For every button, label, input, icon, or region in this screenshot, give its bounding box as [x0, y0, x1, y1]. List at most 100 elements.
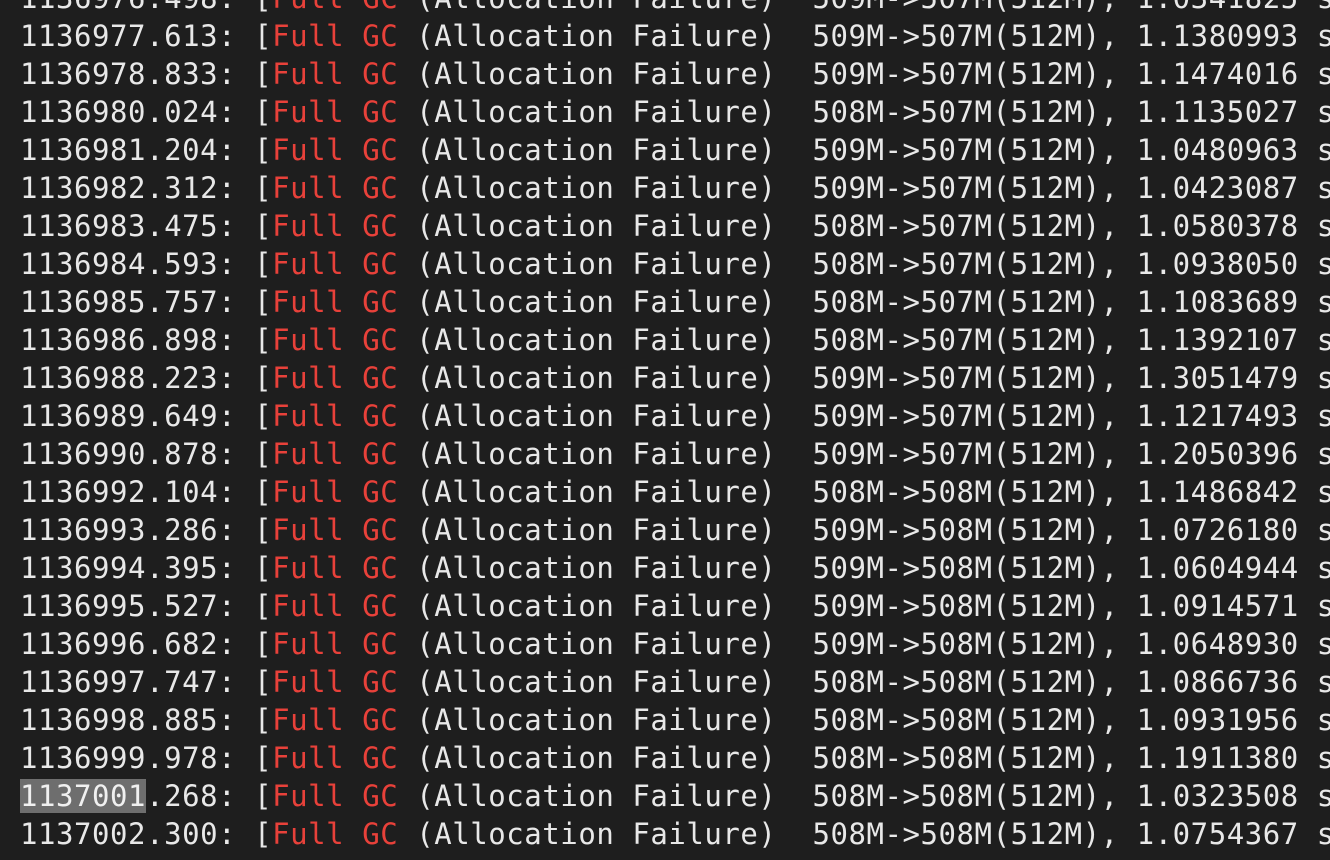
log-line[interactable]: 1136996.682: [Full GC (Allocation Failur…	[20, 625, 1330, 663]
punctuation	[776, 627, 812, 661]
punctuation: ,	[1100, 95, 1137, 129]
log-line[interactable]: 1136982.312: [Full GC (Allocation Failur…	[20, 169, 1330, 207]
punctuation	[1299, 779, 1317, 813]
punctuation	[398, 551, 416, 585]
punctuation: ,	[1100, 703, 1137, 737]
punctuation	[398, 0, 416, 15]
punctuation: : [	[218, 665, 273, 699]
punctuation	[1299, 817, 1317, 851]
duration-unit: secs	[1316, 475, 1330, 509]
memory-change: 508M->508M(512M)	[812, 779, 1101, 813]
duration-unit: secs	[1316, 589, 1330, 623]
log-line[interactable]: 1136985.757: [Full GC (Allocation Failur…	[20, 283, 1330, 321]
log-line[interactable]: 1136980.024: [Full GC (Allocation Failur…	[20, 93, 1330, 131]
duration-unit: secs	[1316, 779, 1330, 813]
punctuation: ,	[1101, 0, 1137, 15]
gc-duration: 1.0914571	[1136, 589, 1299, 623]
log-line[interactable]: 1136983.475: [Full GC (Allocation Failur…	[20, 207, 1330, 245]
punctuation	[1299, 437, 1317, 471]
memory-change: 509M->507M(512M)	[812, 19, 1101, 53]
gc-cause: (Allocation Failure)	[416, 171, 777, 205]
log-line[interactable]: 1136992.104: [Full GC (Allocation Failur…	[20, 473, 1330, 511]
log-line[interactable]: 1136977.613: [Full GC (Allocation Failur…	[20, 17, 1330, 55]
gc-duration: 1.1486842	[1136, 475, 1299, 509]
gc-cause: (Allocation Failure)	[416, 323, 777, 357]
punctuation: : [	[218, 513, 273, 547]
log-line[interactable]: 1136989.649: [Full GC (Allocation Failur…	[20, 397, 1330, 435]
gc-keyword: Full GC	[272, 95, 399, 129]
punctuation: : [	[218, 57, 273, 91]
gc-duration: 1.1911380	[1136, 741, 1299, 775]
punctuation	[776, 323, 812, 357]
gc-keyword: Full GC	[272, 703, 399, 737]
gc-duration: 1.1380993	[1136, 19, 1299, 53]
punctuation	[1299, 513, 1317, 547]
memory-change: 508M->507M(512M)	[812, 247, 1101, 281]
log-line[interactable]: 1136978.833: [Full GC (Allocation Failur…	[20, 55, 1330, 93]
timestamp: 1136981.204	[20, 133, 219, 167]
punctuation: : [	[218, 741, 273, 775]
log-line[interactable]: 1136990.878: [Full GC (Allocation Failur…	[20, 435, 1330, 473]
gc-keyword: Full GC	[272, 247, 399, 281]
punctuation: ,	[1100, 361, 1137, 395]
punctuation	[1299, 665, 1317, 699]
log-output[interactable]: 1136976.498: [Full GC (Allocation Failur…	[20, 0, 1330, 853]
punctuation	[398, 437, 416, 471]
timestamp: 1136985.757	[20, 285, 219, 319]
gc-cause: (Allocation Failure)	[416, 399, 777, 433]
gc-cause: (Allocation Failure)	[416, 551, 777, 585]
memory-change: 508M->507M(512M)	[812, 323, 1101, 357]
punctuation	[1299, 589, 1317, 623]
gc-keyword: Full GC	[272, 437, 399, 471]
log-line[interactable]: 1136984.593: [Full GC (Allocation Failur…	[20, 245, 1330, 283]
duration-unit: secs	[1316, 703, 1330, 737]
gc-cause: (Allocation Failure)	[416, 741, 777, 775]
memory-change: 509M->507M(512M)	[812, 0, 1100, 15]
memory-change: 509M->508M(512M)	[812, 551, 1101, 585]
punctuation	[1299, 475, 1317, 509]
log-line[interactable]: 1136986.898: [Full GC (Allocation Failur…	[20, 321, 1330, 359]
log-line[interactable]: 1136981.204: [Full GC (Allocation Failur…	[20, 131, 1330, 169]
log-line[interactable]: 1136993.286: [Full GC (Allocation Failur…	[20, 511, 1330, 549]
punctuation	[776, 0, 812, 15]
gc-cause: (Allocation Failure)	[416, 665, 777, 699]
gc-keyword: Full GC	[272, 627, 399, 661]
duration-unit: secs	[1316, 399, 1330, 433]
gc-duration: 1.1474016	[1136, 57, 1299, 91]
terminal-window[interactable]: 1136976.498: [Full GC (Allocation Failur…	[0, 0, 1330, 860]
duration-unit: secs	[1316, 627, 1330, 661]
punctuation	[398, 209, 416, 243]
punctuation: ,	[1100, 399, 1137, 433]
log-line[interactable]: 1137001.268: [Full GC (Allocation Failur…	[20, 777, 1330, 815]
gc-duration: 1.1217493	[1136, 399, 1299, 433]
memory-change: 509M->508M(512M)	[812, 627, 1101, 661]
gc-cause: (Allocation Failure)	[416, 285, 777, 319]
duration-unit: secs	[1316, 513, 1330, 547]
log-line[interactable]: 1136997.747: [Full GC (Allocation Failur…	[20, 663, 1330, 701]
punctuation: ,	[1100, 209, 1137, 243]
punctuation	[776, 209, 812, 243]
gc-duration: 1.1392107	[1136, 323, 1299, 357]
log-line[interactable]: 1137002.300: [Full GC (Allocation Failur…	[20, 815, 1330, 853]
log-line[interactable]: 1136998.885: [Full GC (Allocation Failur…	[20, 701, 1330, 739]
log-line[interactable]: 1136999.978: [Full GC (Allocation Failur…	[20, 739, 1330, 777]
gc-keyword: Full GC	[272, 57, 399, 91]
log-line[interactable]: 1136994.395: [Full GC (Allocation Failur…	[20, 549, 1330, 587]
punctuation: : [	[218, 437, 273, 471]
punctuation: : [	[218, 475, 273, 509]
log-line[interactable]: 1136995.527: [Full GC (Allocation Failur…	[20, 587, 1330, 625]
punctuation: : [	[218, 19, 273, 53]
log-line[interactable]: 1136976.498: [Full GC (Allocation Failur…	[20, 0, 1330, 17]
punctuation	[398, 247, 416, 281]
punctuation	[1299, 209, 1317, 243]
memory-change: 509M->507M(512M)	[812, 361, 1101, 395]
log-line[interactable]: 1136988.223: [Full GC (Allocation Failur…	[20, 359, 1330, 397]
gc-duration: 1.1135027	[1136, 95, 1299, 129]
punctuation: ,	[1100, 57, 1137, 91]
punctuation: : [	[218, 209, 273, 243]
punctuation: ,	[1100, 817, 1137, 851]
gc-cause: (Allocation Failure)	[416, 57, 777, 91]
punctuation	[1299, 551, 1317, 585]
memory-change: 509M->507M(512M)	[812, 133, 1101, 167]
gc-duration: 1.0604944	[1136, 551, 1299, 585]
